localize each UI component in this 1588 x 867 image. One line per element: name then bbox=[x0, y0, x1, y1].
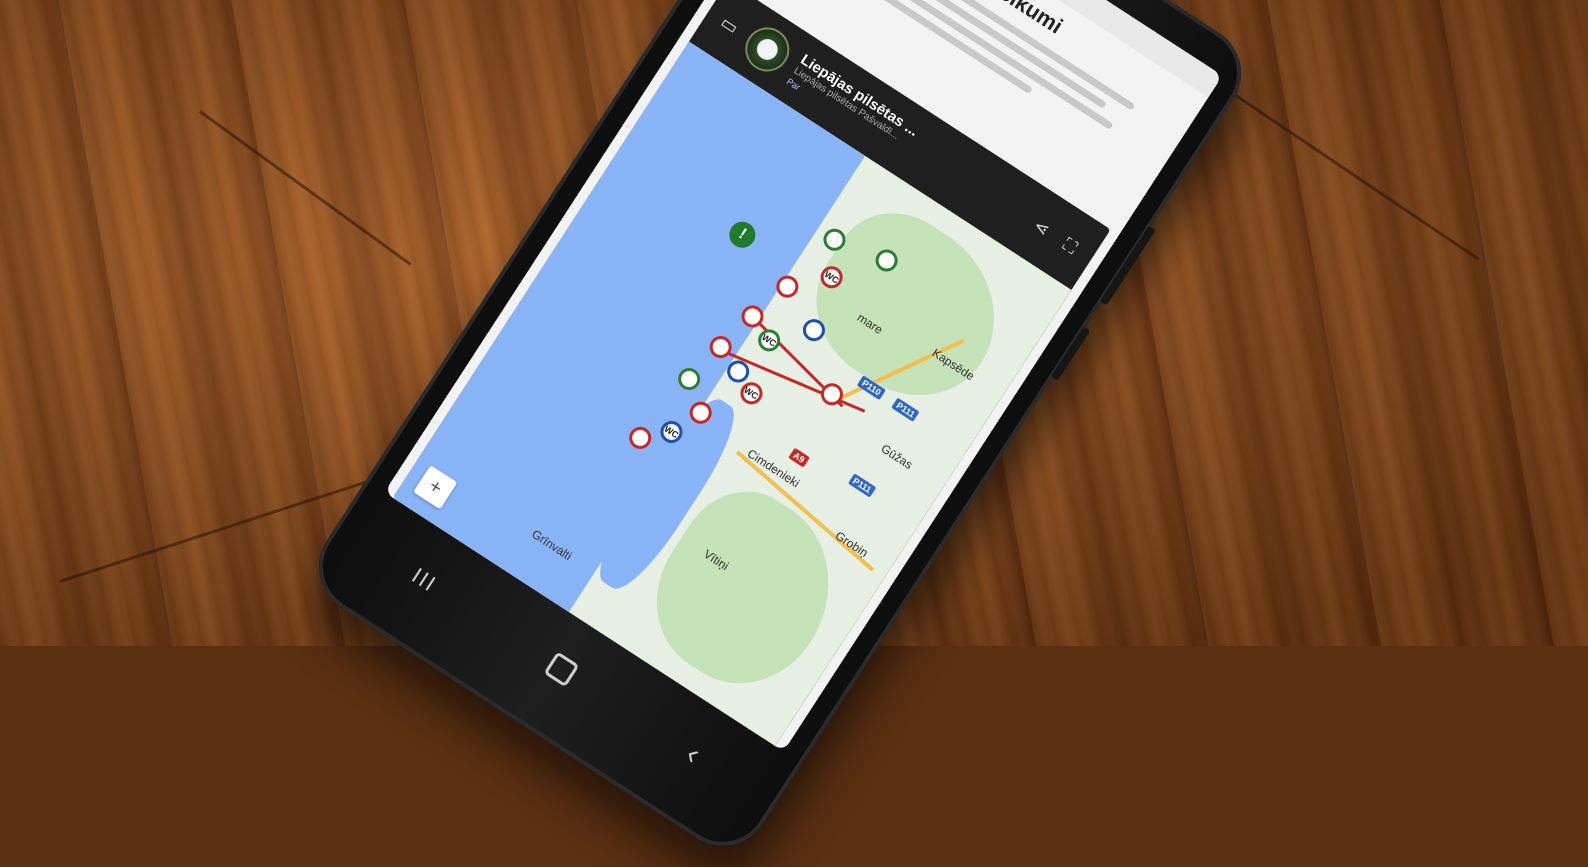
map-marker[interactable]: WC bbox=[753, 324, 785, 356]
place-label: Grobiņ bbox=[832, 528, 871, 561]
home-button[interactable] bbox=[543, 651, 580, 688]
road-shield: P111 bbox=[891, 397, 920, 423]
sidebar-icon[interactable]: ▭ bbox=[714, 10, 744, 40]
fullscreen-icon[interactable]: ⛶ bbox=[1055, 231, 1085, 261]
city-logo bbox=[736, 19, 798, 80]
share-icon[interactable]: ⋖ bbox=[1026, 212, 1056, 242]
road-shield: P111 bbox=[847, 473, 877, 498]
back-button[interactable]: ‹ bbox=[679, 738, 706, 772]
road-shield: A9 bbox=[788, 447, 810, 468]
recent-apps-button[interactable]: III bbox=[407, 563, 442, 598]
place-label: Gūžas bbox=[878, 441, 915, 473]
